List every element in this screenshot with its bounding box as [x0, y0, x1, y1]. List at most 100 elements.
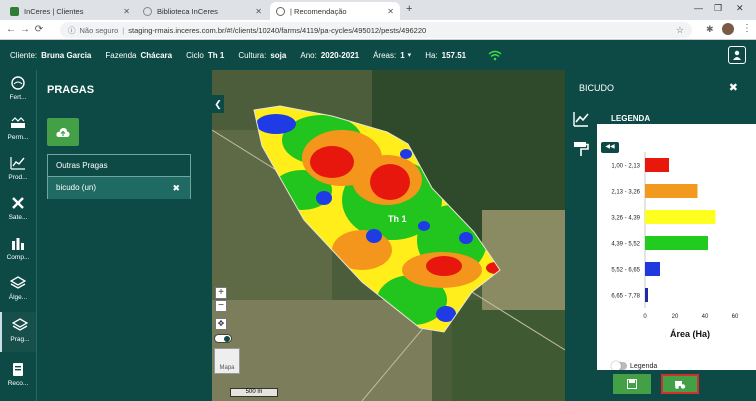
address-bar[interactable]: ⓘ Não seguro | staging-rmais.inceres.com… [60, 22, 692, 38]
pest-detail-panel: BICUDO ✖ LEGENDA ◀◀ 1,00 - 2,13 2,13 - 3,… [565, 74, 756, 401]
user-account-button[interactable] [728, 46, 746, 64]
ha-value: 157.51 [441, 50, 467, 60]
remove-icon[interactable]: ✖ [172, 177, 180, 199]
close-icon[interactable]: ✕ [387, 7, 394, 16]
legend-checkbox[interactable]: Legenda [611, 361, 658, 371]
year-value[interactable]: 2020-2021 [321, 51, 359, 60]
list-item[interactable]: Outras Pragas [48, 155, 190, 177]
sidebar-item-compactacao[interactable]: Comp... [0, 230, 36, 270]
browser-tab-biblioteca[interactable]: Biblioteca InCeres ✕ [137, 2, 268, 20]
maximize-icon[interactable]: ❐ [714, 3, 722, 14]
star-icon[interactable]: ☆ [676, 25, 684, 36]
browser-tab-strip: InCeres | Clientes ✕ Biblioteca InCeres … [0, 0, 756, 20]
bar [645, 262, 660, 276]
module-sidebar: Fert... Perm... Prod... Sate... Comp... … [0, 70, 36, 401]
line-chart-icon [10, 157, 25, 170]
tab-title: | Recomendação [290, 6, 347, 16]
map-view[interactable]: Th 1 [212, 70, 565, 401]
category-label: 2,13 - 3,26 [611, 190, 640, 196]
paint-roller-icon[interactable] [572, 140, 590, 158]
sidebar-item-recomendacao[interactable]: Reco... [0, 356, 36, 396]
areas-label: Áreas: [373, 50, 397, 60]
client-value[interactable]: Bruna Garcia [41, 51, 91, 60]
panel-footer [597, 370, 756, 401]
upload-button[interactable] [47, 118, 79, 146]
year-label: Ano: [300, 50, 317, 60]
sidebar-item-label: Prag... [10, 336, 30, 343]
x-tick-label: 20 [672, 314, 679, 320]
collapse-panel-button[interactable]: ❮ [212, 95, 224, 113]
minimize-icon[interactable]: — [694, 3, 703, 13]
new-tab-button[interactable]: + [406, 3, 412, 15]
zoom-out-button[interactable]: − [215, 300, 227, 312]
cycle-value[interactable]: Th 1 [208, 51, 224, 60]
layers-ground-icon [11, 117, 25, 128]
zoom-in-button[interactable]: + [215, 287, 227, 299]
legend-switch[interactable] [611, 361, 627, 371]
category-label: 4,39 - 5,52 [611, 242, 640, 248]
category-label: 3,26 - 4,39 [611, 216, 640, 222]
close-icon[interactable]: ✕ [123, 7, 130, 16]
client-label: Cliente: [10, 50, 38, 60]
bar [645, 288, 648, 302]
satellite-icon [12, 197, 24, 209]
field-label: Th 1 [388, 214, 407, 224]
farm-value[interactable]: Chácara [141, 51, 173, 60]
bar [645, 158, 669, 172]
list-item[interactable]: bicudo (un) ✖ [48, 177, 190, 199]
panel-tools [565, 102, 597, 370]
wifi-icon [488, 50, 502, 60]
extensions-icon[interactable]: ✱ [706, 24, 714, 35]
close-icon[interactable]: ✕ [255, 7, 262, 16]
x-tick-label: 60 [732, 314, 739, 320]
profile-avatar[interactable] [722, 23, 734, 35]
sidebar-item-produtividade[interactable]: Prod... [0, 150, 36, 190]
layers-icon [12, 318, 28, 331]
areas-value[interactable]: 1 [400, 51, 404, 60]
globe-icon [276, 6, 285, 16]
browser-tab-recomendacao[interactable]: | Recomendação ✕ [270, 2, 400, 20]
farm-label: Fazenda [105, 50, 137, 60]
sidebar-item-pragas[interactable]: Prag... [0, 312, 36, 352]
legend-checkbox-label: Legenda [630, 362, 658, 370]
security-label: Não seguro [79, 25, 119, 35]
layer-toggle-switch[interactable] [214, 334, 232, 343]
category-label: 5,52 - 6,65 [611, 268, 640, 274]
close-panel-button[interactable]: ✖ [729, 81, 738, 94]
tractor-icon [675, 381, 686, 389]
sidebar-item-label: Prod... [8, 174, 28, 181]
fullscreen-button[interactable]: ✥ [215, 318, 227, 330]
satellite-map: Th 1 [212, 70, 565, 401]
legend-body: LEGENDA ◀◀ 1,00 - 2,13 2,13 - 3,26 3,26 - … [597, 102, 756, 370]
tab-title: InCeres | Clientes [24, 6, 84, 16]
clipboard-icon [13, 363, 23, 376]
basemap-thumbnail[interactable]: Mapa [214, 348, 240, 374]
back-arrow-icon[interactable]: ← [4, 24, 18, 35]
legend-title: LEGENDA [597, 102, 756, 124]
crop-value[interactable]: soja [270, 51, 286, 60]
pest-label: Outras Pragas [56, 161, 108, 170]
sidebar-item-satelite[interactable]: Sate... [0, 190, 36, 230]
sidebar-item-algebra[interactable]: Álge... [0, 270, 36, 310]
sidebar-item-fertilidade[interactable]: Fert... [0, 70, 36, 110]
line-chart-icon[interactable] [572, 110, 590, 128]
menu-kebab-icon[interactable]: ⋮ [742, 23, 752, 34]
save-button[interactable] [613, 374, 651, 394]
category-label: 1,00 - 2,13 [611, 164, 640, 170]
bar [645, 210, 716, 224]
reload-icon[interactable]: ⟳ [32, 24, 46, 35]
sidebar-item-permeabilidade[interactable]: Perm... [0, 110, 36, 150]
chevron-down-icon[interactable]: ▾ [408, 51, 412, 59]
browser-tab-clientes[interactable]: InCeres | Clientes ✕ [4, 2, 136, 20]
sidebar-item-label: Fert... [9, 94, 27, 101]
x-axis-label: Área (Ha) [670, 329, 710, 339]
cycle-label: Ciclo [186, 50, 204, 60]
pests-panel: PRAGAS Outras Pragas bicudo (un) ✖ [36, 70, 212, 401]
category-label: 6,65 - 7,78 [611, 294, 640, 300]
forward-arrow-icon[interactable]: → [18, 24, 32, 35]
x-tick-label: 0 [643, 314, 647, 320]
window-close-icon[interactable]: ✕ [736, 3, 744, 14]
recommend-button[interactable] [661, 374, 699, 394]
browser-toolbar: ← → ⟳ ⓘ Não seguro | staging-rmais.incer… [0, 20, 756, 40]
chevron-left-icon: ❮ [214, 98, 222, 109]
